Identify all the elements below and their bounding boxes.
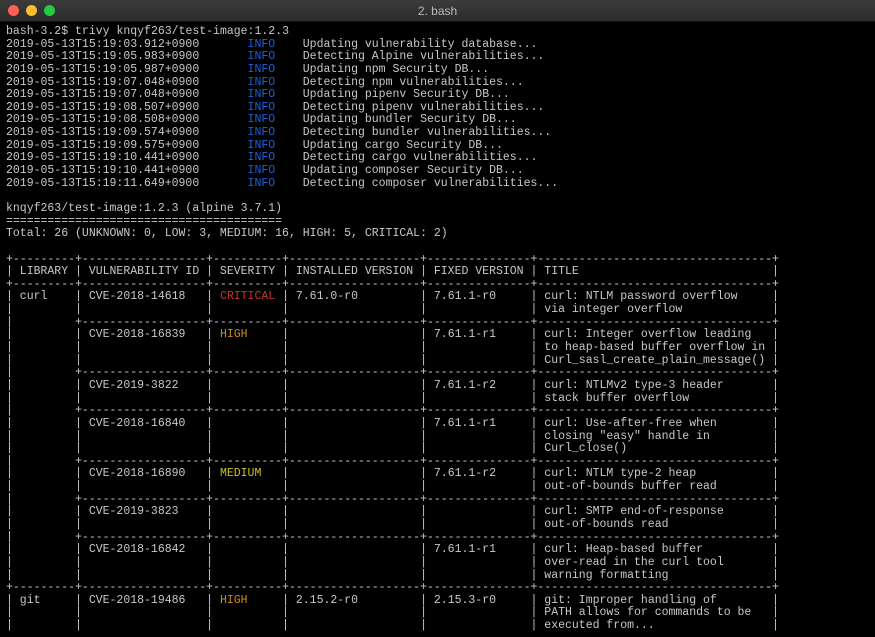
traffic-lights bbox=[8, 5, 55, 16]
close-icon[interactable] bbox=[8, 5, 19, 16]
log-level: INFO bbox=[248, 126, 276, 139]
log-level: INFO bbox=[248, 63, 276, 76]
log-level: INFO bbox=[248, 139, 276, 152]
log-level: INFO bbox=[248, 177, 276, 190]
log-level: INFO bbox=[248, 88, 276, 101]
command-text: trivy knqyf263/test-image:1.2.3 bbox=[75, 25, 289, 38]
window-titlebar: 2. bash bbox=[0, 0, 875, 22]
window-title: 2. bash bbox=[0, 4, 875, 18]
log-level: INFO bbox=[248, 101, 276, 114]
shell-prompt: bash-3.2$ bbox=[6, 25, 68, 38]
log-level: INFO bbox=[248, 151, 276, 164]
log-level: INFO bbox=[248, 38, 276, 51]
terminal-output[interactable]: bash-3.2$ trivy knqyf263/test-image:1.2.… bbox=[0, 22, 875, 637]
log-level: INFO bbox=[248, 76, 276, 89]
minimize-icon[interactable] bbox=[26, 5, 37, 16]
zoom-icon[interactable] bbox=[44, 5, 55, 16]
log-level: INFO bbox=[248, 164, 276, 177]
log-level: INFO bbox=[248, 113, 276, 126]
log-level: INFO bbox=[248, 50, 276, 63]
